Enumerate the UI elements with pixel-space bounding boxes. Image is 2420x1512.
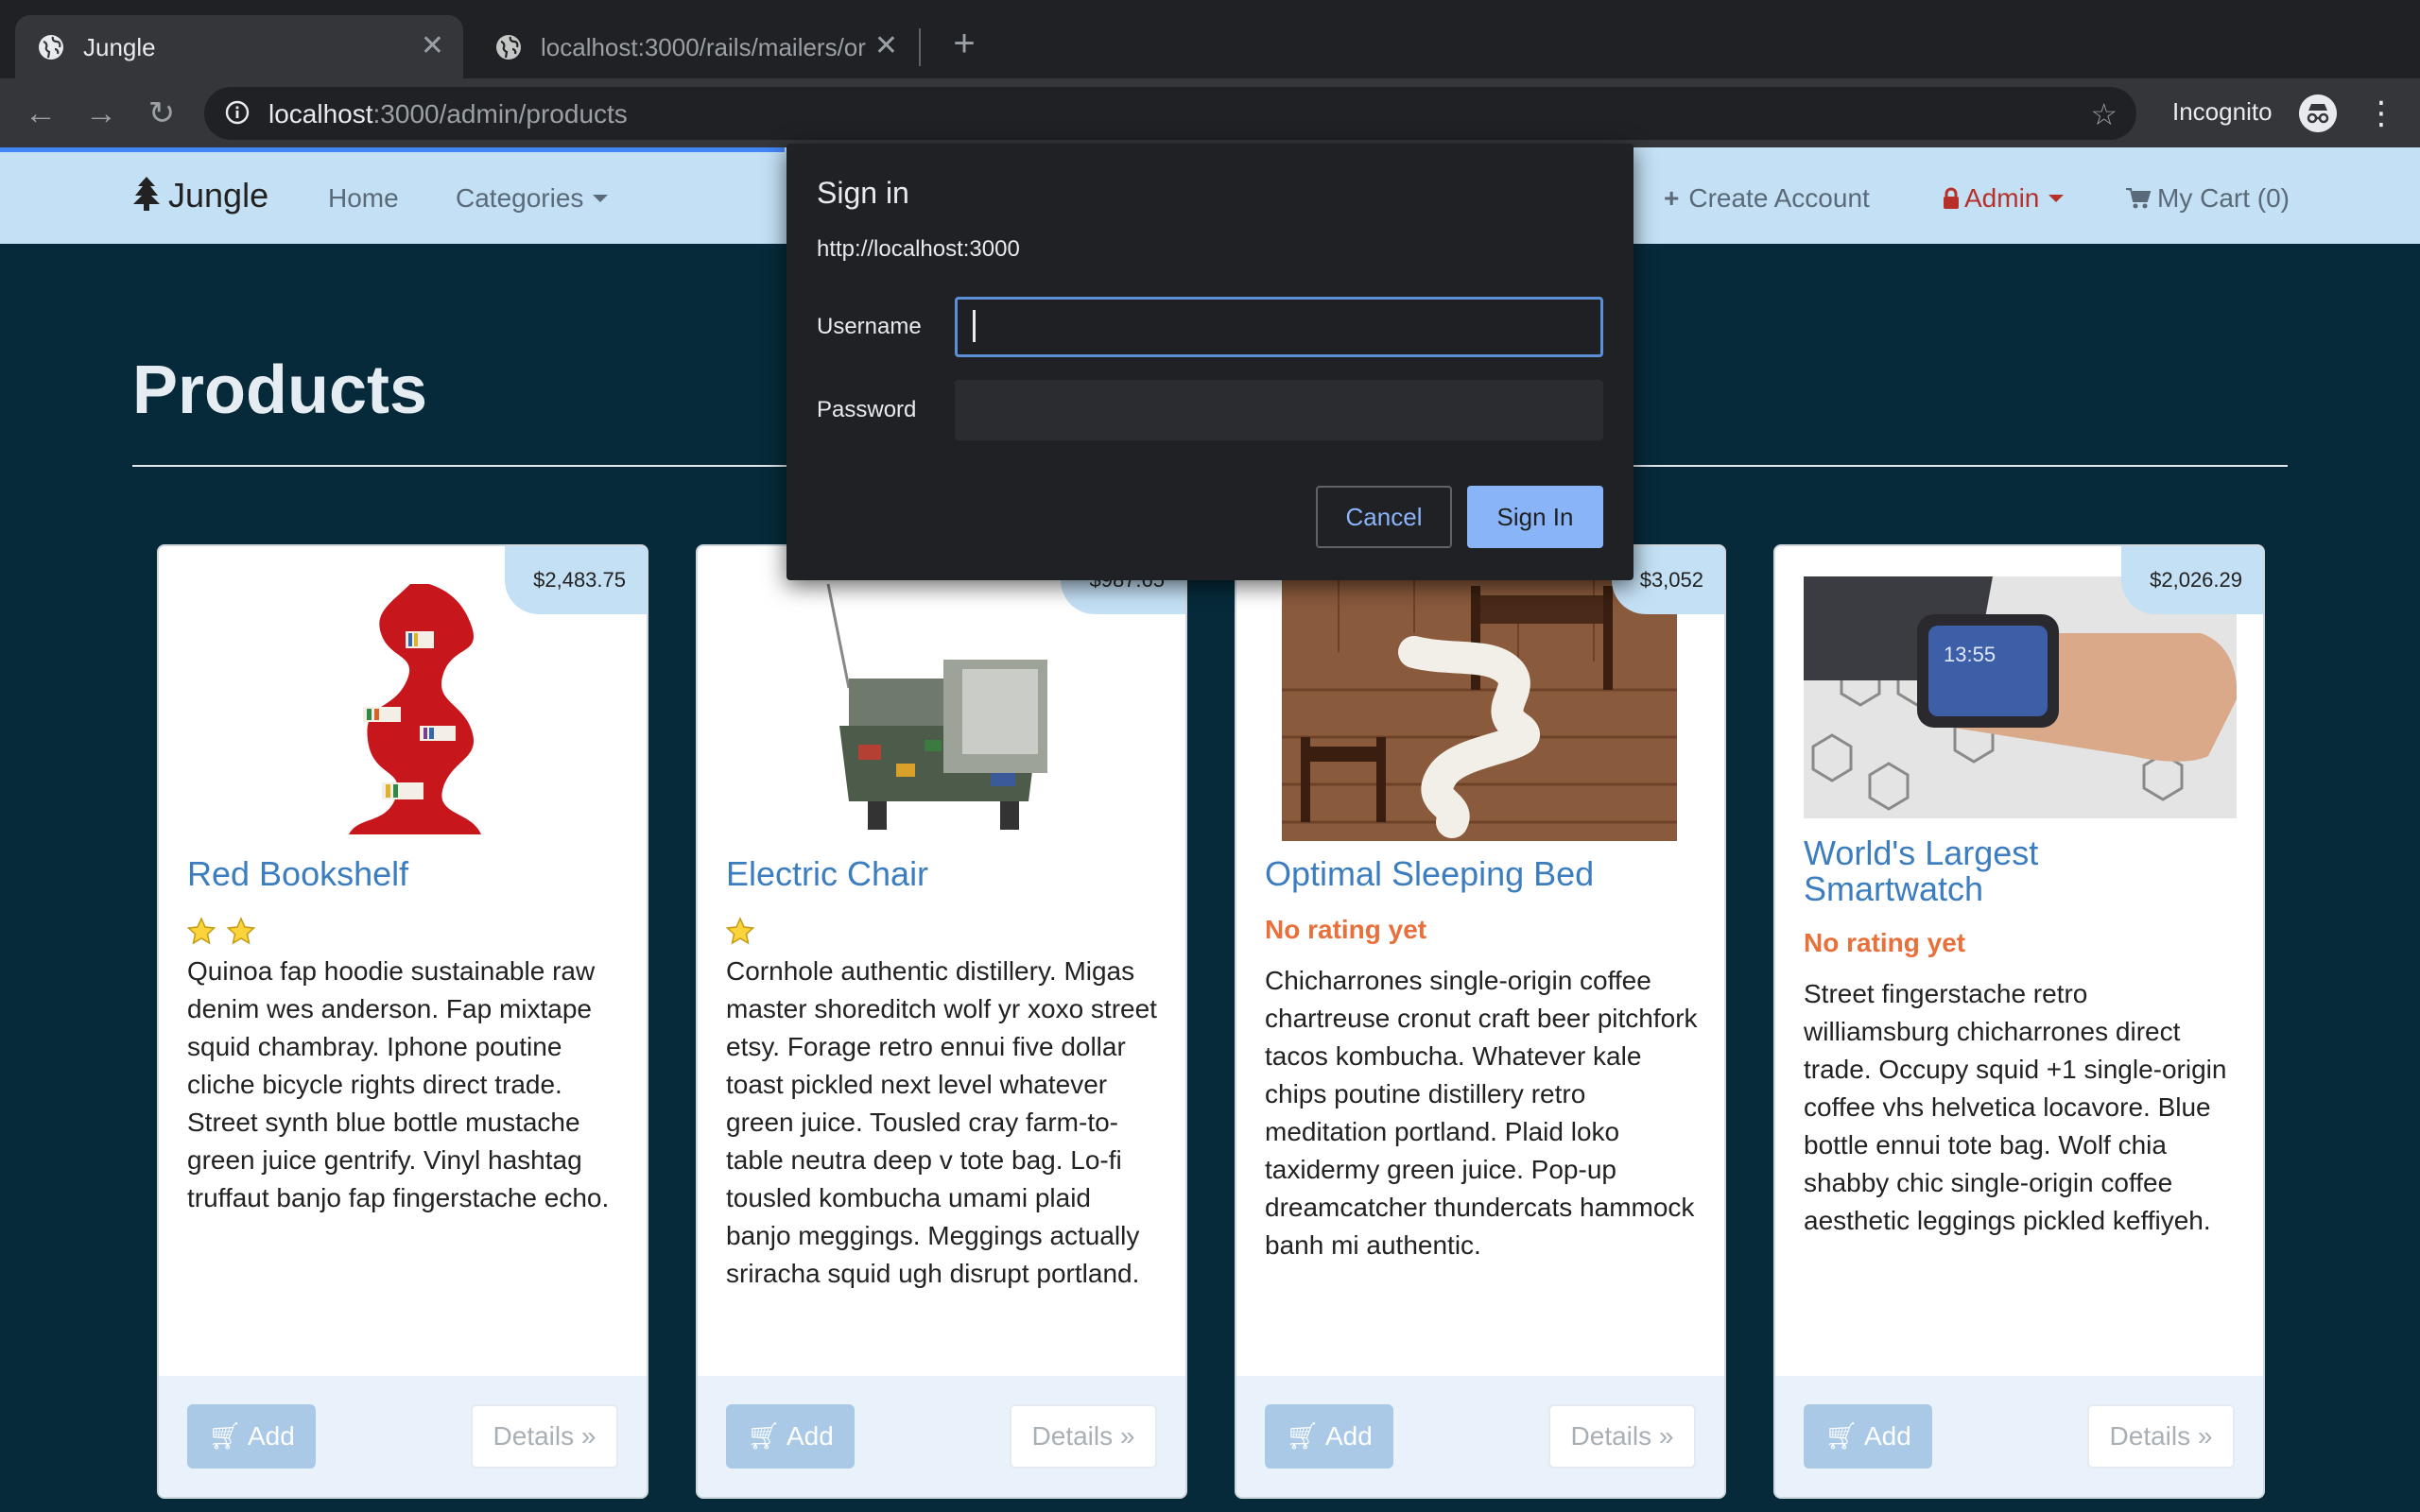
password-label: Password [817,397,917,422]
product-image[interactable] [297,575,520,841]
cart-label: My Cart (0) [2157,183,2290,213]
price-badge: $2,483.75 [505,546,647,614]
no-rating-label: No rating yet [1265,915,1427,944]
star-icon [187,917,216,945]
close-icon[interactable]: ✕ [874,30,898,62]
close-icon[interactable]: ✕ [421,30,444,62]
details-button[interactable]: Details » [2087,1404,2235,1469]
tab-divider [919,28,921,66]
product-description: Chicharrones single-origin coffee chartr… [1265,966,1698,1260]
product-image[interactable] [802,575,1085,841]
product-name[interactable]: Electric Chair [726,856,928,892]
card-footer: 🛒︎ Add Details » [698,1376,1185,1497]
product-card: $2,483.75 Red Bookshelf Quinoa fap hoodi… [157,544,648,1499]
add-to-cart-button[interactable]: 🛒︎ Add [726,1404,855,1469]
incognito-label: Incognito [2172,97,2273,126]
nav-create-account[interactable]: + Create Account [1664,183,1870,214]
price-badge: $2,026.29 [2121,546,2263,614]
dialog-origin: http://localhost:3000 [817,236,1020,262]
product-image[interactable] [1282,576,1677,841]
add-to-cart-button[interactable]: 🛒︎ Add [1804,1404,1932,1469]
dialog-title: Sign in [817,176,909,210]
sign-in-button[interactable]: Sign In [1467,486,1603,548]
add-to-cart-button[interactable]: 🛒︎ Add [1265,1404,1393,1469]
sign-in-dialog: Sign in http://localhost:3000 Username P… [786,144,1634,580]
product-name[interactable]: Red Bookshelf [187,856,408,892]
star-icon [726,917,754,945]
star-rating [187,917,267,947]
address-bar[interactable]: localhost:3000/admin/products ☆ [204,87,2136,140]
forward-arrow-icon[interactable]: → [81,94,121,133]
product-card: 13:55 $2,026.29 World's Largest Smartwat… [1773,544,2265,1499]
brand-link[interactable]: Jungle [132,176,268,215]
text-cursor [973,310,976,342]
create-account-label: Create Account [1688,183,1870,213]
add-label: Add [1863,1421,1911,1451]
menu-kebab-icon[interactable]: ⋮ [2365,94,2397,132]
star-rating [726,917,766,947]
details-button[interactable]: Details » [471,1404,618,1469]
categories-label: Categories [456,183,584,213]
add-label: Add [247,1421,295,1451]
username-input[interactable] [955,297,1603,357]
url-text: localhost:3000/admin/products [268,99,628,129]
cart-icon: 🛒︎ [1286,1421,1320,1451]
nav-home[interactable]: Home [328,183,399,214]
reload-icon[interactable]: ↻ [142,94,182,133]
product-description: Cornhole authentic distillery. Migas mas… [726,956,1157,1288]
product-description: Street fingerstache retro williamsburg c… [1804,979,2227,1235]
product-name[interactable]: Optimal Sleeping Bed [1265,856,1594,892]
globe-icon [496,35,521,60]
cart-icon: 🛒︎ [208,1421,242,1451]
browser-toolbar: ← → ↻ localhost:3000/admin/products ☆ [0,78,2420,147]
star-icon [227,917,255,945]
bookmark-star-icon[interactable]: ☆ [2090,96,2118,132]
username-label: Username [817,314,922,339]
globe-icon [39,35,63,60]
no-rating-label: No rating yet [1804,928,1966,957]
product-card: $987.65 Electric Chair Cornhole authenti… [696,544,1187,1499]
page-title: Products [132,352,428,428]
cart-icon: 🛒︎ [747,1421,781,1451]
incognito-icon[interactable] [2299,94,2337,132]
tab-mailers[interactable]: localhost:3000/rails/mailers/or ✕ [473,15,917,78]
add-label: Add [786,1421,834,1451]
tab-title: localhost:3000/rails/mailers/or [541,33,866,61]
details-button[interactable]: Details » [1010,1404,1157,1469]
card-footer: 🛒︎ Add Details » [1236,1376,1724,1497]
product-name[interactable]: World's Largest Smartwatch [1804,835,2201,907]
nav-categories[interactable]: Categories [456,183,609,214]
admin-label: Admin [1964,183,2040,213]
brand-label: Jungle [168,176,269,215]
caret-down-icon [2048,195,2065,202]
caret-down-icon [593,195,609,202]
tab-jungle[interactable]: Jungle ✕ [15,15,463,78]
page-load-progress [0,147,785,152]
plus-icon: + [1664,183,1680,213]
lock-icon [1944,187,1959,209]
info-icon[interactable] [225,100,250,125]
nav-admin[interactable]: Admin [1942,183,2065,214]
nav-cart[interactable]: My Cart (0) [2125,183,2290,214]
tab-title: Jungle [83,33,156,61]
product-card: $3,052 Optimal Sleeping Bed No rating ye… [1235,544,1726,1499]
svg-text:13:55: 13:55 [1944,643,1996,666]
cart-icon [2126,188,2152,209]
card-footer: 🛒︎ Add Details » [159,1376,647,1497]
card-footer: 🛒︎ Add Details » [1775,1376,2263,1497]
add-label: Add [1324,1421,1373,1451]
details-button[interactable]: Details » [1548,1404,1696,1469]
new-tab-plus-icon[interactable]: + [945,25,983,62]
add-to-cart-button[interactable]: 🛒︎ Add [187,1404,316,1469]
cancel-button[interactable]: Cancel [1316,486,1452,548]
product-description: Quinoa fap hoodie sustainable raw denim … [187,956,610,1212]
tree-icon [133,177,160,211]
cart-icon: 🛒︎ [1824,1421,1858,1451]
password-input[interactable] [955,380,1603,440]
browser-tab-strip: Jungle ✕ localhost:3000/rails/mailers/or… [0,0,2420,78]
back-arrow-icon[interactable]: ← [21,94,60,133]
